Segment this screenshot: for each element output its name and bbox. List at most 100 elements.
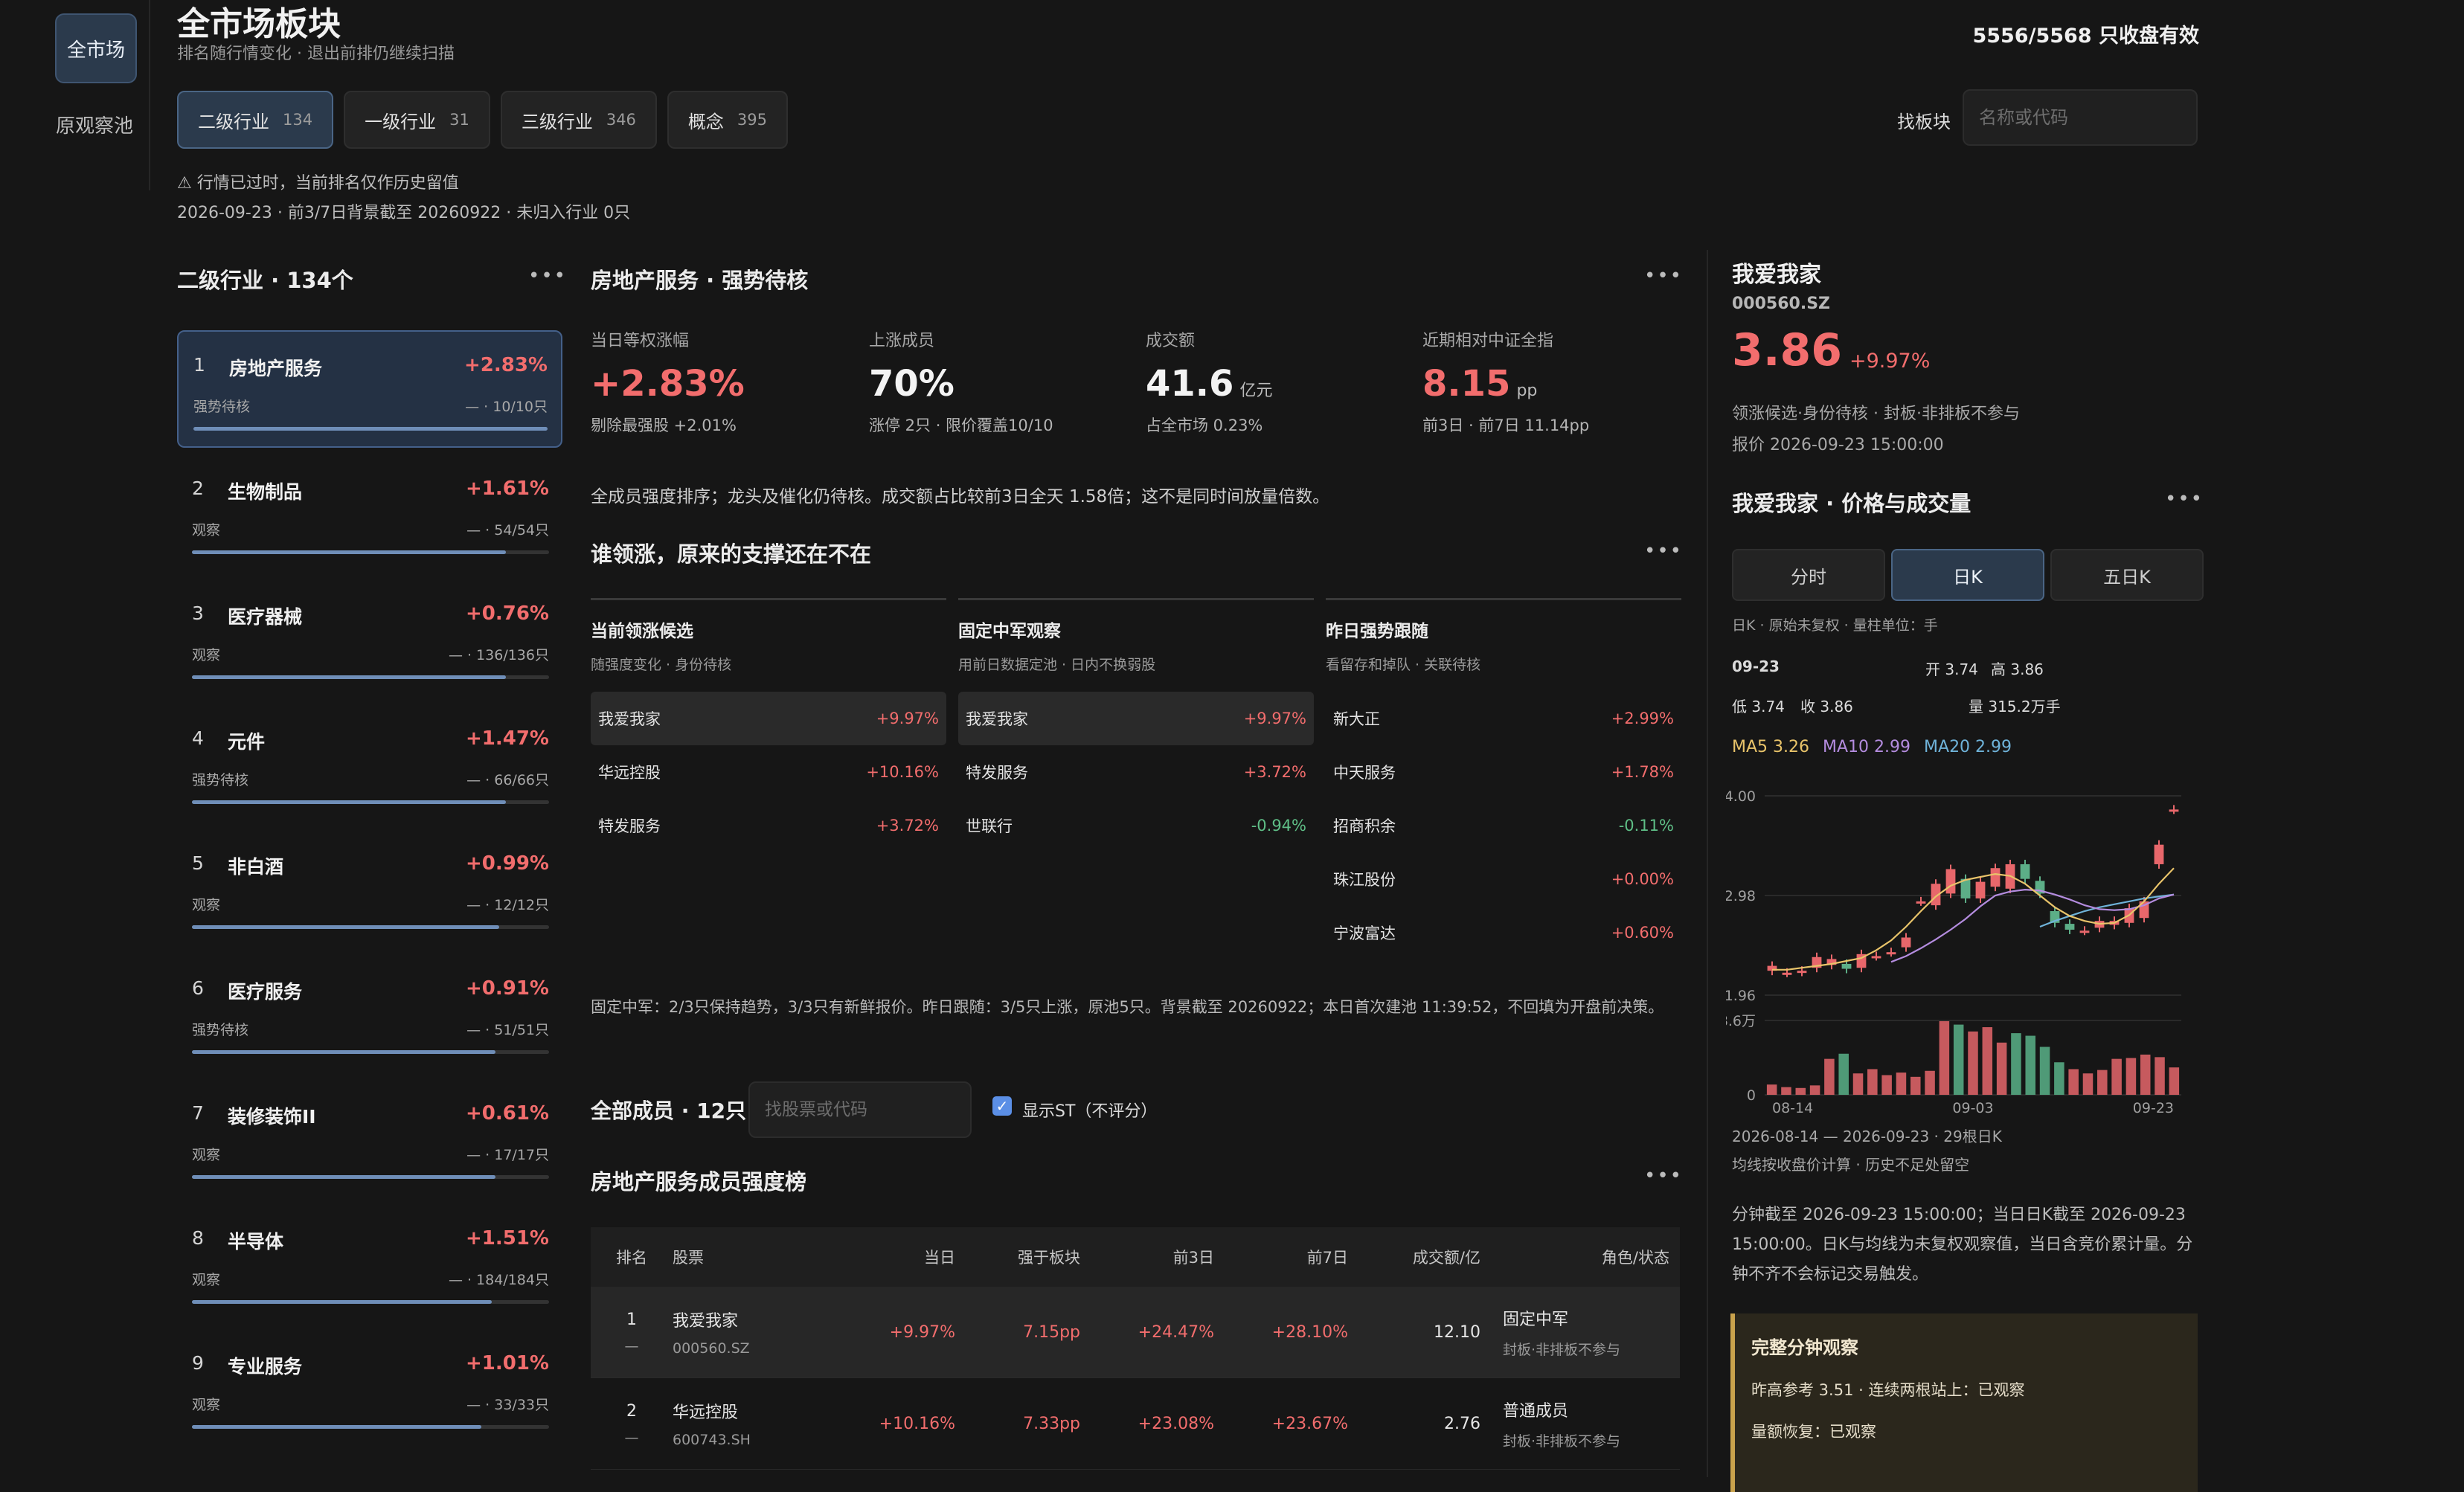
tab-5day-k[interactable]: 五日K: [2050, 549, 2204, 601]
leader-row[interactable]: 新大正 +2.99%: [1326, 692, 1681, 745]
sector-card[interactable]: 9 专业服务 +1.01% 观察 — · 33/33只: [177, 1330, 562, 1447]
sector-card[interactable]: 1 房地产服务 +2.83% 强势待核 — · 10/10只: [177, 330, 562, 448]
col-day[interactable]: 当日: [836, 1246, 955, 1268]
candle: [1871, 956, 1881, 959]
leader-row[interactable]: 特发服务 +3.72%: [591, 799, 946, 852]
sector-card[interactable]: 4 元件 +1.47% 强势待核 — · 66/66只: [177, 705, 562, 823]
table-row[interactable]: 2— 华远控股 600743.SH +10.16% 7.33pp +23.08% +23.6…: [591, 1378, 1680, 1470]
tab-intraday[interactable]: 分时: [1732, 549, 1885, 601]
sector-members: — · 33/33只: [466, 1397, 549, 1413]
more-icon[interactable]: •••: [1644, 265, 1683, 287]
table-row[interactable]: 1— 我爱我家 000560.SZ +9.97% 7.15pp +24.47% +28.10…: [591, 1287, 1680, 1378]
sector-rank: 1: [193, 354, 205, 376]
sector-members: — · 10/10只: [465, 399, 548, 415]
leaders-title: 谁领涨，原来的支撑还在不在: [591, 541, 872, 567]
volume-bar: [1838, 1053, 1849, 1095]
sector-state: 观察: [192, 522, 221, 538]
table-header: 排名 股票 当日 强于板块 前3日 前7日 成交额/亿 角色/状态: [591, 1227, 1680, 1287]
sector-card[interactable]: 3 医疗器械 +0.76% 观察 — · 136/136只: [177, 580, 562, 698]
col-7d[interactable]: 前7日: [1214, 1246, 1348, 1268]
leader-row[interactable]: 世联行 -0.94%: [958, 799, 1314, 852]
show-st-checkbox[interactable]: ✓: [992, 1096, 1012, 1116]
volume-bar: [1809, 1085, 1820, 1095]
ma-legend: MA5 3.26 MA10 2.99 MA20 2.99: [1732, 738, 2012, 756]
strength-bar: [192, 800, 549, 804]
column-heading: 当前领涨候选: [591, 622, 693, 641]
sector-card[interactable]: 2 生物制品 +1.61% 观察 — · 54/54只: [177, 455, 562, 573]
col-3d[interactable]: 前3日: [1080, 1246, 1214, 1268]
leader-name: 特发服务: [966, 764, 1028, 782]
find-sector-input[interactable]: [1963, 89, 2198, 146]
leader-row[interactable]: 中天服务 +1.78%: [1326, 745, 1681, 799]
stock-change: +9.97%: [1849, 350, 1931, 373]
cell-7d: +28.10%: [1271, 1322, 1348, 1342]
kpi-sub: 占全市场 0.23%: [1146, 417, 1263, 434]
col-amount[interactable]: 成交额/亿: [1348, 1246, 1480, 1268]
cell-vs-sector: 7.33pp: [1023, 1414, 1080, 1433]
nav-all-market[interactable]: 全市场: [55, 13, 137, 83]
sector-change: +1.01%: [466, 1352, 549, 1374]
nav-watch-pool[interactable]: 原观察池: [55, 112, 134, 141]
sector-rank: 3: [192, 602, 204, 624]
volume-bar: [1939, 1020, 1950, 1095]
kline-chart[interactable]: 4.00 2.98 1.96 868.6万 0 08-14 09-03 09-23: [1726, 774, 2202, 1116]
strength-bar: [192, 1175, 549, 1179]
kpi-value: 41.6 亿元: [1146, 363, 1273, 405]
sector-state: 观察: [192, 1147, 221, 1163]
volume-bar: [2011, 1033, 2021, 1095]
tab-level2[interactable]: 二级行业 134: [177, 91, 334, 149]
leader-row[interactable]: 特发服务 +3.72%: [958, 745, 1314, 799]
sector-members: — · 184/184只: [448, 1272, 549, 1288]
leader-column: 昨日强势跟随 看留存和掉队 · 关联待核 新大正 +2.99% 中天服务 +1.78% 招商…: [1326, 598, 1681, 959]
col-stock[interactable]: 股票: [673, 1246, 836, 1268]
kpi-label: 近期相对中证全指: [1422, 332, 1554, 350]
tab-level1[interactable]: 一级行业 31: [344, 91, 490, 149]
more-icon[interactable]: •••: [1644, 1165, 1683, 1187]
sector-card[interactable]: 6 医疗服务 +0.91% 强势待核 — · 51/51只: [177, 955, 562, 1073]
more-icon[interactable]: •••: [2165, 488, 2204, 510]
kpi-value: +2.83%: [591, 363, 745, 405]
tab-label: 二级行业: [198, 111, 269, 132]
obs-line: 昨高参考 3.51 · 连续两根站上：已观察: [1751, 1381, 2025, 1399]
leader-row[interactable]: 珠江股份 +0.00%: [1326, 852, 1681, 906]
tab-label: 三级行业: [521, 111, 593, 132]
leader-change: -0.11%: [1618, 817, 1674, 835]
show-st-label[interactable]: 显示ST（不评分）: [1022, 1098, 1157, 1122]
x-tick-label: 08-14: [1772, 1100, 1813, 1116]
leader-row[interactable]: 我爱我家 +9.97%: [958, 692, 1314, 745]
sector-change: +1.51%: [466, 1227, 549, 1250]
sector-card[interactable]: 5 非白酒 +0.99% 观察 — · 12/12只: [177, 830, 562, 948]
cell-role: 普通成员 封板·非排板不参与: [1503, 1401, 1621, 1450]
tab-level3[interactable]: 三级行业 346: [500, 91, 657, 149]
more-icon[interactable]: •••: [528, 265, 567, 287]
sector-members: — · 66/66只: [466, 772, 549, 788]
leader-row[interactable]: 我爱我家 +9.97%: [591, 692, 946, 745]
volume-bar: [2155, 1057, 2165, 1095]
volume-bar: [1896, 1073, 1907, 1095]
leader-row[interactable]: 宁波富达 +0.60%: [1326, 906, 1681, 959]
col-vs-sector[interactable]: 强于板块: [955, 1246, 1080, 1268]
kpi-sub: 前3日 · 前7日 11.14pp: [1422, 417, 1590, 434]
stock-search-input[interactable]: [748, 1081, 972, 1138]
sector-card[interactable]: 8 半导体 +1.51% 观察 — · 184/184只: [177, 1205, 562, 1322]
cell-rank: 2—: [624, 1401, 639, 1446]
leader-change: +9.97%: [1243, 710, 1306, 727]
tab-concept[interactable]: 概念 395: [667, 91, 789, 149]
more-icon[interactable]: •••: [1644, 540, 1683, 562]
strength-bar: [192, 1050, 549, 1054]
leader-row[interactable]: 华远控股 +10.16%: [591, 745, 946, 799]
sector-card[interactable]: 7 装修装饰II +0.61% 观察 — · 17/17只: [177, 1080, 562, 1197]
sector-change: +1.47%: [466, 727, 549, 750]
kpi-label: 当日等权涨幅: [591, 332, 690, 350]
col-role[interactable]: 角色/状态: [1480, 1246, 1680, 1268]
stale-warning: ⚠ 行情已过时，当前排名仅作历史留值: [177, 174, 459, 193]
cell-amount: 2.76: [1444, 1414, 1480, 1433]
sector-name: 半导体: [228, 1231, 284, 1253]
tab-daily-k[interactable]: 日K: [1891, 549, 2044, 601]
candle: [2020, 864, 2030, 879]
strength-bar: [192, 1425, 549, 1429]
col-rank[interactable]: 排名: [591, 1246, 673, 1268]
leader-row[interactable]: 招商积余 -0.11%: [1326, 799, 1681, 852]
candle: [1990, 868, 2001, 887]
candle: [1797, 971, 1807, 974]
